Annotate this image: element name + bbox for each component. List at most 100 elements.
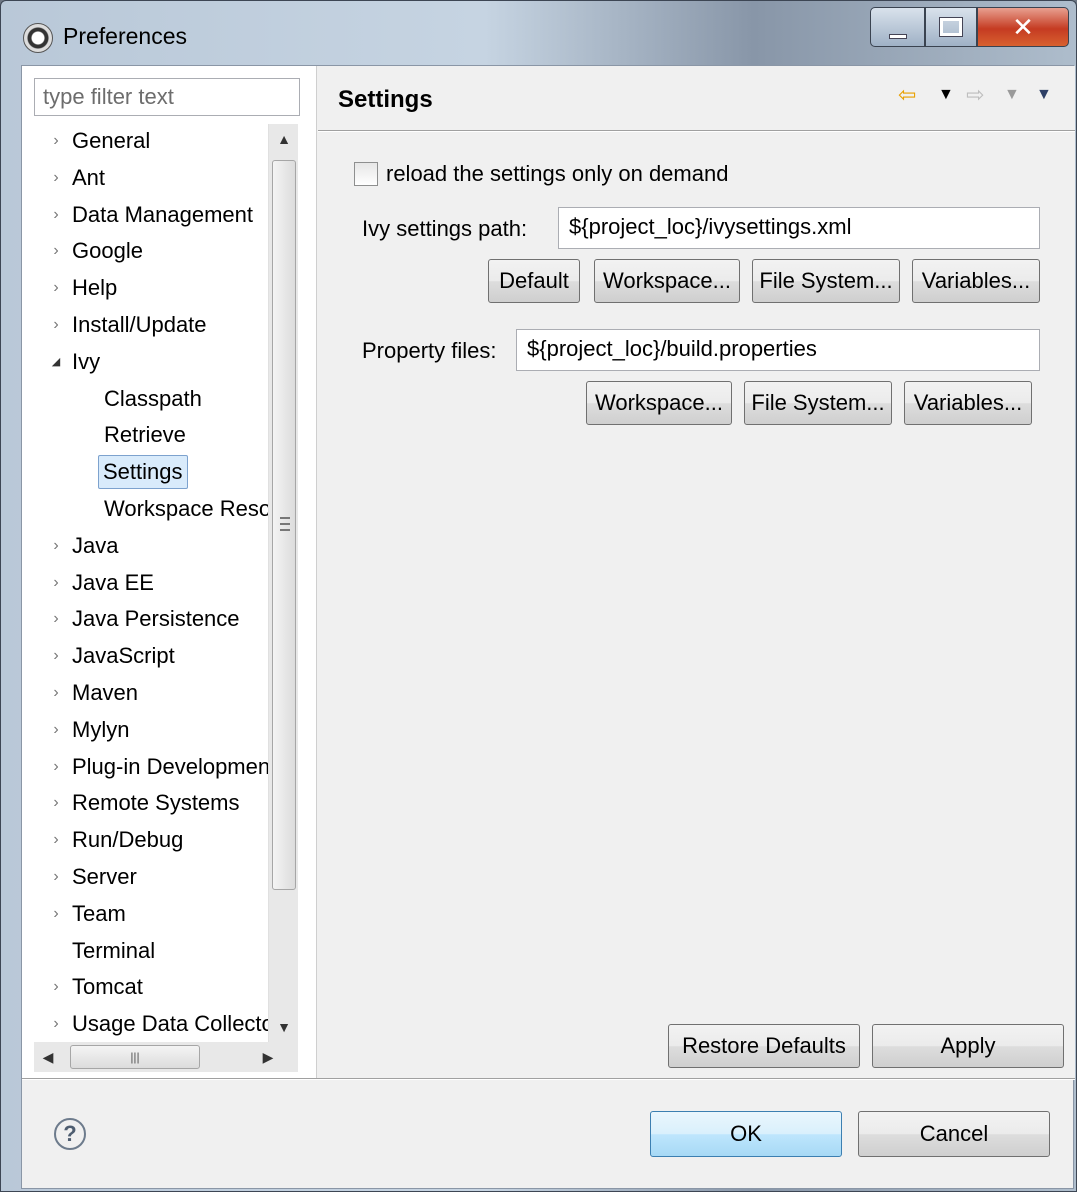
eclipse-app-icon: [23, 23, 53, 53]
chevron-right-icon[interactable]: ›: [46, 271, 66, 305]
tree-item[interactable]: › Remote Systems: [22, 786, 268, 820]
chevron-right-icon[interactable]: ›: [46, 676, 66, 710]
tree-item-label: Workspace Resolver: [104, 496, 268, 521]
tree-item[interactable]: › Help: [22, 271, 268, 305]
chevron-right-icon[interactable]: ›: [46, 970, 66, 1004]
tree-item[interactable]: › Server: [22, 860, 268, 894]
chevron-right-icon[interactable]: ›: [46, 308, 66, 342]
tree-item[interactable]: › Maven: [22, 676, 268, 710]
chevron-right-icon[interactable]: ›: [46, 161, 66, 195]
reload-on-demand-label[interactable]: reload the settings only on demand: [386, 161, 728, 187]
tree-item[interactable]: › Google: [22, 234, 268, 268]
forward-dropdown-icon[interactable]: ▼: [1004, 86, 1020, 104]
tree-item[interactable]: › Java: [22, 529, 268, 563]
chevron-right-icon[interactable]: ›: [46, 750, 66, 784]
property-variables-button[interactable]: Variables...: [904, 381, 1032, 425]
tree-item[interactable]: › Java Persistence: [22, 602, 268, 636]
back-dropdown-icon[interactable]: ▼: [938, 86, 954, 104]
chevron-right-icon[interactable]: ›: [46, 713, 66, 747]
tree-item[interactable]: Workspace Resolver: [22, 492, 268, 526]
scroll-up-icon[interactable]: ▲: [269, 124, 299, 154]
chevron-right-icon[interactable]: ›: [46, 823, 66, 857]
cancel-button[interactable]: Cancel: [858, 1111, 1050, 1157]
vertical-scroll-thumb[interactable]: [272, 160, 296, 890]
preference-navigation-pane: ›General›Ant›Data Management›Google›Help…: [22, 66, 317, 1078]
maximize-button[interactable]: [925, 7, 977, 47]
scroll-right-icon[interactable]: ▶: [254, 1042, 282, 1072]
ivy-file-system-button[interactable]: File System...: [752, 259, 900, 303]
tree-item[interactable]: Terminal: [22, 934, 268, 968]
tree-item[interactable]: › JavaScript: [22, 639, 268, 673]
chevron-right-icon[interactable]: ›: [46, 786, 66, 820]
chevron-right-icon[interactable]: ›: [46, 566, 66, 600]
ivy-workspace-button[interactable]: Workspace...: [594, 259, 740, 303]
tree-item[interactable]: Settings: [22, 455, 268, 490]
reload-on-demand-checkbox[interactable]: [354, 162, 378, 186]
close-button[interactable]: ✕: [977, 7, 1069, 47]
title-bar[interactable]: Preferences ✕: [1, 1, 1076, 65]
back-arrow-icon[interactable]: ⇦: [898, 82, 916, 108]
tree-item-label: Plug-in Development: [72, 753, 268, 779]
tree-item[interactable]: › Plug-in Development: [22, 750, 268, 784]
property-files-input[interactable]: ${project_loc}/build.properties: [516, 329, 1040, 371]
tree-item-label: General: [72, 128, 151, 153]
page-title: Settings: [338, 86, 433, 113]
chevron-right-icon[interactable]: ›: [46, 602, 66, 636]
filter-input[interactable]: [34, 78, 300, 116]
tree-item[interactable]: › Java EE: [22, 566, 268, 600]
tree-item-label: Java Persistence: [72, 606, 240, 632]
ivy-variables-button[interactable]: Variables...: [912, 259, 1040, 303]
help-icon[interactable]: ?: [54, 1118, 86, 1150]
scroll-left-icon[interactable]: ◀: [34, 1042, 62, 1072]
maximize-icon: [939, 17, 963, 37]
minimize-button[interactable]: [870, 7, 925, 47]
tree-item[interactable]: Classpath: [22, 382, 268, 416]
chevron-right-icon[interactable]: ›: [46, 234, 66, 268]
tree-item[interactable]: Retrieve: [22, 418, 268, 452]
property-workspace-button[interactable]: Workspace...: [586, 381, 732, 425]
tree-item-label: Ivy: [72, 348, 101, 374]
scroll-down-icon[interactable]: ▼: [269, 1012, 299, 1042]
tree-vertical-scrollbar[interactable]: ▲ ▼: [268, 124, 298, 1042]
tree-item[interactable]: › Data Management: [22, 198, 268, 232]
tree-item[interactable]: ◢ Ivy: [22, 345, 268, 379]
tree-item[interactable]: › Tomcat: [22, 970, 268, 1004]
restore-defaults-button[interactable]: Restore Defaults: [668, 1024, 860, 1068]
chevron-right-icon[interactable]: ›: [46, 897, 66, 931]
ivy-settings-path-input[interactable]: ${project_loc}/ivysettings.xml: [558, 207, 1040, 249]
tree-item-label: JavaScript: [72, 643, 175, 669]
triangle-expanded-icon[interactable]: ◢: [46, 345, 66, 379]
tree-item[interactable]: › Team: [22, 897, 268, 931]
view-menu-icon[interactable]: ▼: [1036, 86, 1052, 104]
ivy-default-button[interactable]: Default: [488, 259, 580, 303]
chevron-right-icon[interactable]: ›: [46, 124, 66, 158]
chevron-right-icon[interactable]: ›: [46, 198, 66, 232]
tree-item[interactable]: › Install/Update: [22, 308, 268, 342]
preference-tree: › General › Ant › Data Management › Google › Help…: [22, 124, 268, 1042]
apply-button[interactable]: Apply: [872, 1024, 1064, 1068]
chevron-right-icon[interactable]: ›: [46, 639, 66, 673]
tree-item-label: Help: [72, 275, 118, 301]
tree-item-label: Server: [72, 864, 137, 889]
tree-item[interactable]: › Usage Data Collector: [22, 1007, 268, 1041]
horizontal-scroll-thumb[interactable]: |||: [70, 1045, 200, 1069]
grip-icon: [280, 517, 290, 531]
settings-page: Settings ⇦ ▼ ⇨ ▼ ▼ reload the settings o…: [318, 66, 1075, 1078]
tree-item-label: Java: [72, 532, 119, 558]
chevron-right-icon[interactable]: ›: [46, 860, 66, 894]
tree-item[interactable]: › General: [22, 124, 268, 158]
tree-item-label: Retrieve: [104, 422, 186, 448]
ok-button[interactable]: OK: [650, 1111, 842, 1157]
tree-item-label: Classpath: [104, 385, 202, 411]
tree-item-label: Google: [72, 238, 143, 264]
tree-horizontal-scrollbar[interactable]: ◀ ||| ▶: [34, 1042, 298, 1072]
tree-item[interactable]: › Mylyn: [22, 713, 268, 747]
tree-item-label: Ant: [72, 164, 106, 190]
property-file-system-button[interactable]: File System...: [744, 381, 892, 425]
tree-item-label: Tomcat: [72, 974, 143, 1000]
tree-item[interactable]: › Ant: [22, 161, 268, 195]
chevron-right-icon[interactable]: ›: [46, 529, 66, 563]
forward-arrow-icon[interactable]: ⇨: [966, 82, 984, 108]
tree-item[interactable]: › Run/Debug: [22, 823, 268, 857]
chevron-right-icon[interactable]: ›: [46, 1007, 66, 1041]
